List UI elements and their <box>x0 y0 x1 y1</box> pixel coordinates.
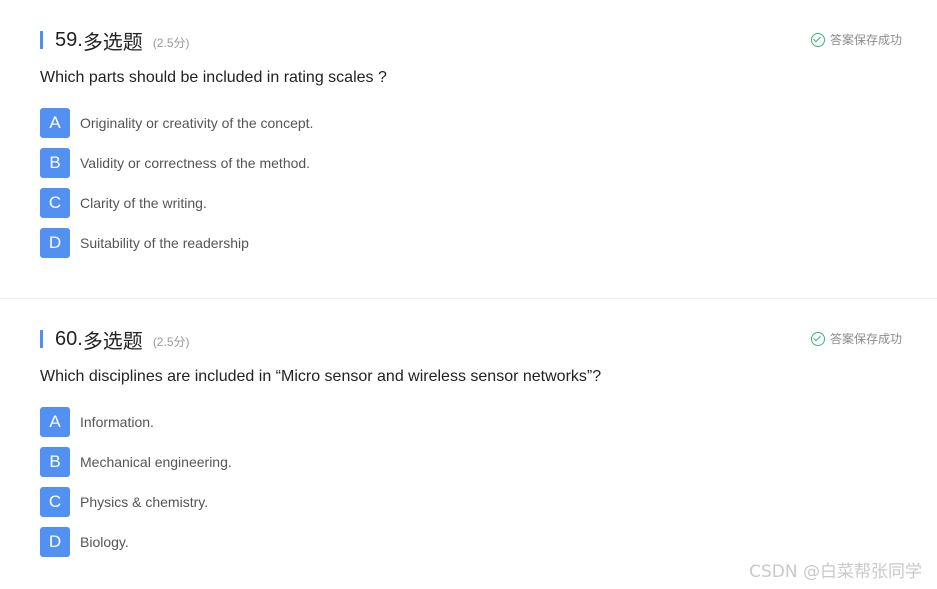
option-text[interactable]: Information. <box>80 414 154 430</box>
question-card-59: 59. 多选题 (2.5分) 答案保存成功 Which parts should… <box>0 0 937 298</box>
option-text[interactable]: Biology. <box>80 534 129 550</box>
option-text[interactable]: Physics & chemistry. <box>80 494 208 510</box>
accent-bar <box>40 31 43 49</box>
question-number: 60. <box>55 327 83 350</box>
option-text[interactable]: Suitability of the readership <box>80 235 249 251</box>
save-status: 答案保存成功 <box>810 330 902 347</box>
option-list: A Information. B Mechanical engineering.… <box>40 407 232 567</box>
option-b[interactable]: B Mechanical engineering. <box>40 447 232 477</box>
option-list: A Originality or creativity of the conce… <box>40 108 313 268</box>
question-header: 59. 多选题 (2.5分) <box>40 28 190 54</box>
question-text: Which disciplines are included in “Micro… <box>40 368 602 385</box>
question-card-60: 60. 多选题 (2.5分) 答案保存成功 Which disciplines … <box>0 299 937 589</box>
option-letter[interactable]: C <box>40 188 70 218</box>
check-circle-icon <box>810 331 825 346</box>
question-header: 60. 多选题 (2.5分) <box>40 327 190 353</box>
question-type: 多选题 <box>82 29 143 54</box>
option-letter[interactable]: D <box>40 527 70 557</box>
option-a[interactable]: A Information. <box>40 407 232 437</box>
save-status-text: 答案保存成功 <box>829 33 902 47</box>
option-d[interactable]: D Suitability of the readership <box>40 228 313 258</box>
question-number: 59. <box>55 28 83 51</box>
option-text[interactable]: Validity or correctness of the method. <box>80 155 310 171</box>
option-letter[interactable]: D <box>40 228 70 258</box>
option-letter[interactable]: A <box>40 407 70 437</box>
option-letter[interactable]: A <box>40 108 70 138</box>
option-c[interactable]: C Clarity of the writing. <box>40 188 313 218</box>
accent-bar <box>40 330 43 348</box>
save-status: 答案保存成功 <box>810 31 902 48</box>
option-letter[interactable]: B <box>40 148 70 178</box>
save-status-text: 答案保存成功 <box>829 332 902 346</box>
question-score: (2.5分) <box>152 334 190 349</box>
question-score: (2.5分) <box>152 35 190 50</box>
watermark: CSDN @白菜帮张同学 <box>749 562 922 582</box>
option-text[interactable]: Originality or creativity of the concept… <box>80 115 313 131</box>
option-text[interactable]: Clarity of the writing. <box>80 195 207 211</box>
option-a[interactable]: A Originality or creativity of the conce… <box>40 108 313 138</box>
option-text[interactable]: Mechanical engineering. <box>80 454 232 470</box>
question-text: Which parts should be included in rating… <box>40 69 387 86</box>
option-d[interactable]: D Biology. <box>40 527 232 557</box>
option-c[interactable]: C Physics & chemistry. <box>40 487 232 517</box>
option-letter[interactable]: C <box>40 487 70 517</box>
option-b[interactable]: B Validity or correctness of the method. <box>40 148 313 178</box>
check-circle-icon <box>810 32 825 47</box>
question-type: 多选题 <box>82 328 143 353</box>
option-letter[interactable]: B <box>40 447 70 477</box>
